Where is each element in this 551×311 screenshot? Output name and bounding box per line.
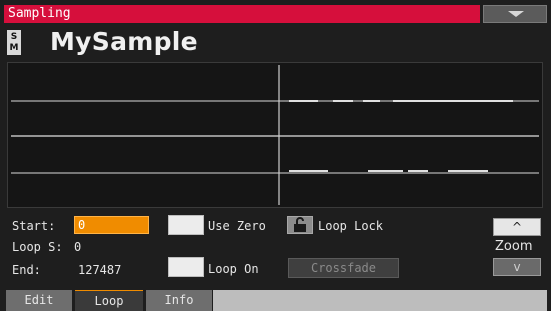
sm-badge-text: S M (9, 32, 19, 53)
start-input[interactable]: 0 (74, 216, 149, 234)
zoom-out-button[interactable]: v (493, 258, 541, 276)
use-zero-label: Use Zero (208, 219, 266, 233)
zoom-label: Zoom (495, 239, 533, 254)
loop-lock-button[interactable] (287, 216, 313, 234)
start-value: 0 (78, 218, 86, 232)
tab-loop[interactable]: Loop (75, 290, 143, 311)
end-label: End: (12, 263, 41, 277)
zoom-up-icon: ^ (511, 220, 523, 234)
sample-name: MySample (50, 27, 198, 56)
crossfade-button[interactable]: Crossfade (288, 258, 399, 278)
loop-s-value[interactable]: 0 (74, 240, 81, 254)
zoom-in-button[interactable]: ^ (493, 218, 541, 236)
title-bar-strip (4, 5, 480, 23)
use-zero-checkbox[interactable] (168, 215, 204, 235)
tab-info[interactable]: Info (146, 290, 212, 311)
page-menu-button[interactable] (483, 5, 547, 23)
tab-bar-filler (213, 290, 547, 311)
waveform-svg (11, 65, 539, 205)
loop-on-checkbox[interactable] (168, 257, 204, 277)
tab-edit[interactable]: Edit (6, 290, 72, 311)
loop-lock-label: Loop Lock (318, 219, 384, 233)
chevron-down-icon (508, 11, 524, 17)
zoom-down-icon: v (513, 260, 521, 274)
start-label: Start: (12, 219, 56, 233)
lock-icon (294, 217, 306, 232)
sm-badge: S M (7, 30, 21, 55)
loop-s-label: Loop S: (12, 240, 63, 254)
end-value[interactable]: 127487 (78, 263, 121, 277)
waveform-display[interactable] (7, 62, 543, 208)
window-title: Sampling (8, 6, 71, 21)
loop-on-label: Loop On (208, 262, 259, 276)
